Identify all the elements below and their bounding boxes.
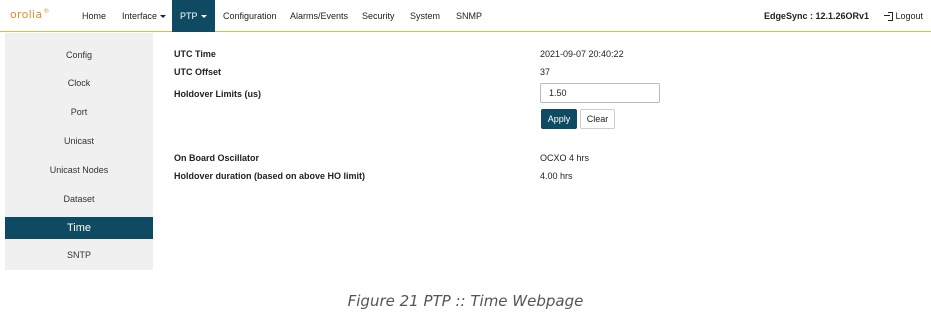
holdover-limits-label: Holdover Limits (us) [174,89,262,99]
oscillator-value: OCXO 4 hrs [540,153,590,163]
sidebar-item-unicast[interactable]: Unicast [5,136,153,146]
sidebar-item-time[interactable]: Time [5,217,153,239]
nav-configuration[interactable]: Configuration [223,0,277,32]
sidebar: Config Clock Port Unicast Unicast Nodes … [5,33,153,270]
logo-text: orolia [10,8,43,21]
sidebar-item-dataset[interactable]: Dataset [5,194,153,204]
nav-alarms-events[interactable]: Alarms/Events [290,0,348,32]
logout-label: Logout [895,11,923,21]
nav-security[interactable]: Security [362,0,395,32]
nav-ptp[interactable]: PTP [172,0,215,32]
utc-time-value: 2021-09-07 20:40:22 [540,49,624,59]
sidebar-item-clock[interactable]: Clock [5,78,153,88]
holdover-duration-label: Holdover duration (based on above HO lim… [174,171,366,181]
nav-system[interactable]: System [410,0,440,32]
logout-button[interactable]: Logout [884,0,923,32]
oscillator-label: On Board Oscillator [174,153,260,163]
nav-home[interactable]: Home [82,0,106,32]
logout-icon [884,11,894,21]
sidebar-item-sntp[interactable]: SNTP [5,250,153,260]
holdover-duration-value: 4.00 hrs [540,171,573,181]
logo-mark: ® [43,8,50,15]
sidebar-item-port[interactable]: Port [5,107,153,117]
nav-ptp-label: PTP [180,11,198,21]
sidebar-item-unicast-nodes[interactable]: Unicast Nodes [5,165,153,175]
sidebar-item-config[interactable]: Config [5,50,153,60]
nav-interface-label: Interface [122,11,158,21]
clear-button[interactable]: Clear [580,109,615,129]
figure-caption: Figure 21 PTP :: Time Webpage [347,292,584,310]
chevron-down-icon [200,15,207,19]
nav-interface[interactable]: Interface [122,0,167,32]
utc-offset-value: 37 [540,67,551,77]
nav-snmp[interactable]: SNMP [456,0,482,32]
chevron-down-icon [160,15,167,19]
device-version: EdgeSync : 12.1.26ORv1 [763,11,869,21]
holdover-limits-input[interactable]: 1.50 [540,83,660,103]
apply-button[interactable]: Apply [541,109,577,129]
top-navbar: orolia® Home Interface PTP Configuration… [0,0,931,32]
orolia-logo[interactable]: orolia® [10,8,50,21]
utc-offset-label: UTC Offset [174,67,221,77]
utc-time-label: UTC Time [174,49,216,59]
